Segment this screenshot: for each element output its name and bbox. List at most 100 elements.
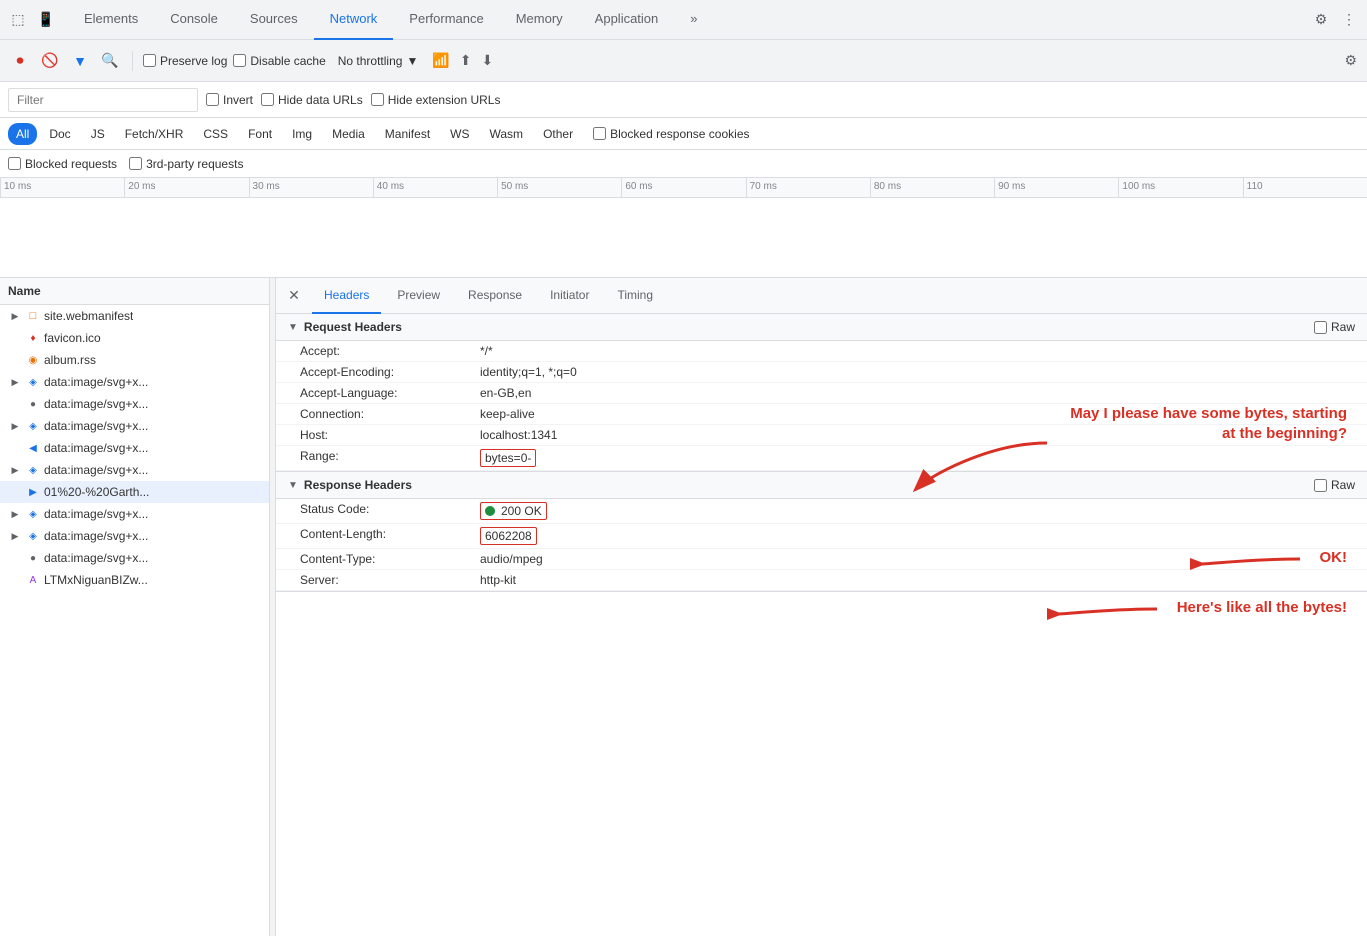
tick-60ms: 60 ms (621, 178, 745, 197)
tab-initiator[interactable]: Initiator (538, 278, 601, 314)
response-headers-title[interactable]: ▼ Response Headers Raw (276, 472, 1367, 499)
wifi-icon[interactable]: 📶 (432, 52, 449, 69)
tab-performance[interactable]: Performance (393, 0, 499, 40)
type-wasm[interactable]: Wasm (482, 123, 532, 145)
tick-100ms: 100 ms (1118, 178, 1242, 197)
type-media[interactable]: Media (324, 123, 373, 145)
header-content-length: Content-Length: 6062208 (276, 524, 1367, 549)
cursor-icon[interactable]: ⬚ (8, 10, 28, 30)
tab-headers[interactable]: Headers (312, 278, 381, 314)
svg-icon: ◈ (26, 507, 40, 521)
third-party-requests-checkbox[interactable]: 3rd-party requests (129, 157, 243, 171)
ico-icon: ♦ (26, 331, 40, 345)
list-item[interactable]: ◉ album.rss (0, 349, 269, 371)
spacer (8, 353, 22, 367)
header-connection: Connection: keep-alive (276, 404, 1367, 425)
tab-application[interactable]: Application (579, 0, 675, 40)
blocked-requests-checkbox[interactable]: Blocked requests (8, 157, 117, 171)
type-ws[interactable]: WS (442, 123, 477, 145)
device-icon[interactable]: 📱 (36, 10, 56, 30)
list-item[interactable]: ▶ □ site.webmanifest (0, 305, 269, 327)
detail-pane: ✕ Headers Preview Response Initiator Tim… (276, 278, 1367, 936)
detail-content: ▼ Request Headers Raw Accept: */* Accept… (276, 314, 1367, 936)
tab-response[interactable]: Response (456, 278, 534, 314)
close-button[interactable]: ✕ (284, 286, 304, 306)
invert-checkbox[interactable]: Invert (206, 93, 253, 107)
network-toolbar: ⏺ 🚫 ▼ 🔍 Preserve log Disable cache No th… (0, 40, 1367, 82)
list-item[interactable]: A LTMxNiguanBIZw... (0, 569, 269, 591)
list-item[interactable]: ▶ ◈ data:image/svg+x... (0, 415, 269, 437)
tab-sources[interactable]: Sources (234, 0, 314, 40)
hide-data-urls-checkbox[interactable]: Hide data URLs (261, 93, 363, 107)
expand-icon: ▶ (8, 375, 22, 389)
type-doc[interactable]: Doc (41, 123, 78, 145)
raw-checkbox[interactable]: Raw (1314, 320, 1355, 334)
tab-console[interactable]: Console (154, 0, 234, 40)
settings-icon[interactable]: ⚙ (1311, 10, 1331, 30)
svg-icon: ◈ (26, 463, 40, 477)
svg-icon: ◈ (26, 529, 40, 543)
html-icon: □ (26, 309, 40, 323)
clear-button[interactable]: 🚫 (38, 49, 62, 73)
upload-icon[interactable]: ⬆ (460, 52, 472, 69)
list-item[interactable]: ▶ ◈ data:image/svg+x... (0, 503, 269, 525)
list-item[interactable]: ♦ favicon.ico (0, 327, 269, 349)
separator-1 (132, 51, 133, 71)
spacer (8, 551, 22, 565)
expand-icon: ▶ (8, 419, 22, 433)
svg-icon: ◈ (26, 419, 40, 433)
type-manifest[interactable]: Manifest (377, 123, 438, 145)
dot2-icon: ● (26, 551, 40, 565)
type-other[interactable]: Other (535, 123, 581, 145)
throttle-select[interactable]: No throttling ▼ (332, 52, 425, 70)
tab-network[interactable]: Network (314, 0, 394, 40)
list-item[interactable]: ▶ ◈ data:image/svg+x... (0, 525, 269, 547)
tab-timing[interactable]: Timing (605, 278, 665, 314)
hide-ext-urls-checkbox[interactable]: Hide extension URLs (371, 93, 501, 107)
type-fetch-xhr[interactable]: Fetch/XHR (117, 123, 192, 145)
list-item-selected[interactable]: ▶ 01%20-%20Garth... (0, 481, 269, 503)
devtools-icons: ⬚ 📱 (8, 10, 56, 30)
status-code-value: 200 OK (480, 502, 547, 520)
type-img[interactable]: Img (284, 123, 320, 145)
header-accept: Accept: */* (276, 341, 1367, 362)
spacer (8, 331, 22, 345)
download-icon[interactable]: ⬇ (482, 52, 494, 69)
more-icon[interactable]: ⋮ (1339, 10, 1359, 30)
header-content-type: Content-Type: audio/mpeg (276, 549, 1367, 570)
record-button[interactable]: ⏺ (8, 49, 32, 73)
header-host: Host: localhost:1341 (276, 425, 1367, 446)
type-font[interactable]: Font (240, 123, 280, 145)
expand-icon: ▶ (8, 507, 22, 521)
tab-bar: ⬚ 📱 Elements Console Sources Network Per… (0, 0, 1367, 40)
blocked-response-cookies-checkbox[interactable]: Blocked response cookies (593, 127, 749, 141)
type-filter-bar: All Doc JS Fetch/XHR CSS Font Img Media … (0, 118, 1367, 150)
type-css[interactable]: CSS (195, 123, 236, 145)
filter-button[interactable]: ▼ (68, 49, 92, 73)
preserve-log-checkbox[interactable]: Preserve log (143, 54, 227, 68)
request-headers-title[interactable]: ▼ Request Headers Raw (276, 314, 1367, 341)
file-list-header: Name (0, 278, 269, 305)
list-item[interactable]: ▶ ◈ data:image/svg+x... (0, 371, 269, 393)
list-item[interactable]: ◀ data:image/svg+x... (0, 437, 269, 459)
expand-icon: ▶ (8, 309, 22, 323)
settings2-icon[interactable]: ⚙ (1344, 52, 1357, 69)
list-item[interactable]: ● data:image/svg+x... (0, 393, 269, 415)
type-all[interactable]: All (8, 123, 37, 145)
expand-icon: ▶ (8, 529, 22, 543)
tick-50ms: 50 ms (497, 178, 621, 197)
list-item[interactable]: ▶ ◈ data:image/svg+x... (0, 459, 269, 481)
triangle-icon: ▼ (288, 480, 298, 491)
type-js[interactable]: JS (83, 123, 113, 145)
tab-memory[interactable]: Memory (500, 0, 579, 40)
search-button[interactable]: 🔍 (98, 49, 122, 73)
tab-elements[interactable]: Elements (68, 0, 154, 40)
filter-input[interactable] (8, 88, 198, 112)
tab-more[interactable]: » (674, 0, 713, 40)
list-item[interactable]: ● data:image/svg+x... (0, 547, 269, 569)
disable-cache-checkbox[interactable]: Disable cache (233, 54, 325, 68)
raw-checkbox-response[interactable]: Raw (1314, 478, 1355, 492)
tick-20ms: 20 ms (124, 178, 248, 197)
expand-icon: ▶ (8, 463, 22, 477)
tab-preview[interactable]: Preview (385, 278, 452, 314)
